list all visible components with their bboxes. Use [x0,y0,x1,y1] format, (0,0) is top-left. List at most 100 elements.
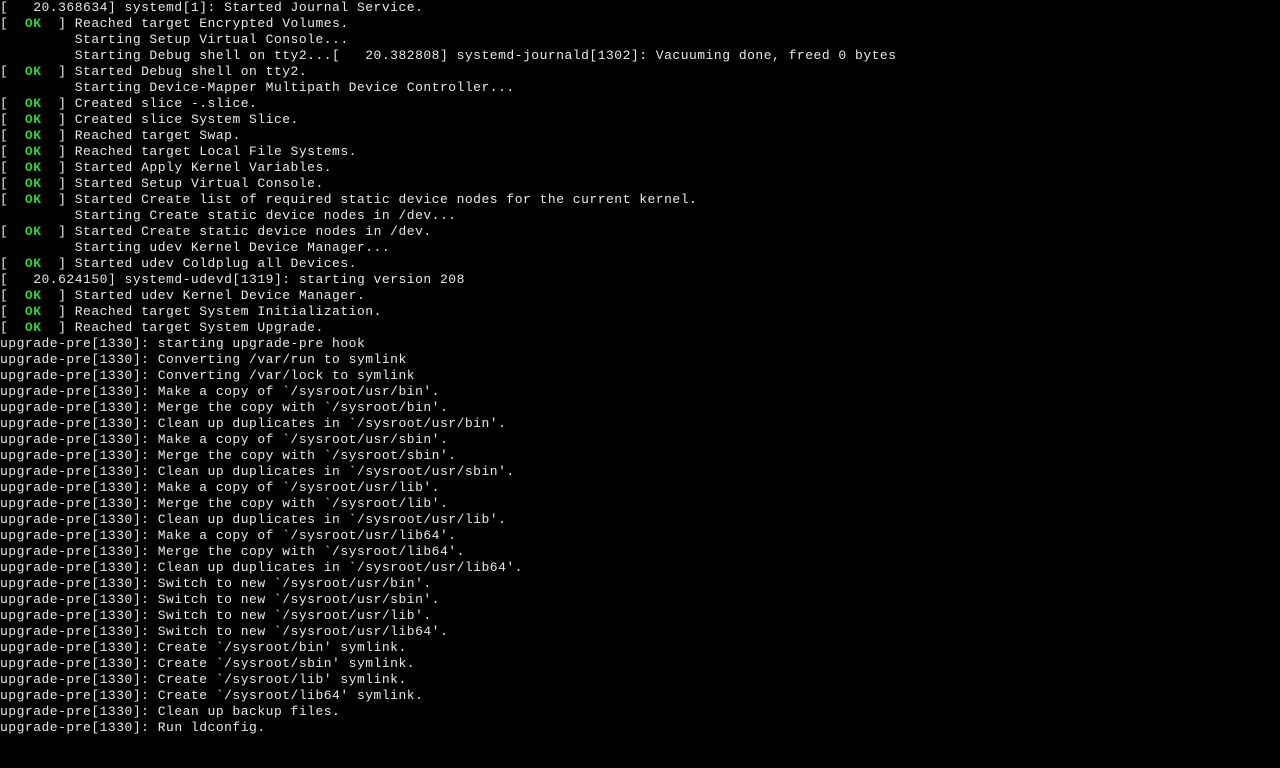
console-line: Starting Debug shell on tty2...[ 20.3828… [0,48,1280,64]
console-text: [ [0,256,25,271]
console-text: [ [0,192,25,207]
console-text: [ [0,96,25,111]
status-ok: OK [25,128,42,143]
console-text: [ [0,176,25,191]
console-text: upgrade-pre[1330]: Switch to new `/sysro… [0,592,440,607]
console-text: upgrade-pre[1330]: Make a copy of `/sysr… [0,480,440,495]
console-text: ] Started Setup Virtual Console. [42,176,324,191]
console-line: [ OK ] Started Setup Virtual Console. [0,176,1280,192]
console-text: Starting Debug shell on tty2...[ 20.3828… [0,48,897,63]
console-text: ] Started Apply Kernel Variables. [42,160,333,175]
console-line: [ 20.368634] systemd[1]: Started Journal… [0,0,1280,16]
console-line: [ OK ] Reached target System Initializat… [0,304,1280,320]
console-text: ] Started udev Coldplug all Devices. [42,256,357,271]
status-ok: OK [25,64,42,79]
console-text: ] Reached target Encrypted Volumes. [42,16,349,31]
console-text: upgrade-pre[1330]: Merge the copy with `… [0,544,465,559]
console-text: ] Started Debug shell on tty2. [42,64,308,79]
console-text: ] Created slice System Slice. [42,112,299,127]
console-text: upgrade-pre[1330]: Clean up duplicates i… [0,416,506,431]
console-line: [ OK ] Started Create static device node… [0,224,1280,240]
console-line: upgrade-pre[1330]: Switch to new `/sysro… [0,592,1280,608]
console-line: Starting Device-Mapper Multipath Device … [0,80,1280,96]
console-line: upgrade-pre[1330]: Converting /var/lock … [0,368,1280,384]
console-line: upgrade-pre[1330]: Run ldconfig. [0,720,1280,736]
console-text: upgrade-pre[1330]: Switch to new `/sysro… [0,576,432,591]
console-text: [ [0,112,25,127]
console-line: [ OK ] Started udev Coldplug all Devices… [0,256,1280,272]
console-text: [ [0,224,25,239]
console-line: [ OK ] Reached target Local File Systems… [0,144,1280,160]
console-line: upgrade-pre[1330]: Clean up duplicates i… [0,464,1280,480]
console-line: upgrade-pre[1330]: Merge the copy with `… [0,448,1280,464]
console-line: [ 20.624150] systemd-udevd[1319]: starti… [0,272,1280,288]
status-ok: OK [25,176,42,191]
console-line: [ OK ] Reached target Swap. [0,128,1280,144]
boot-console: [ 20.368634] systemd[1]: Started Journal… [0,0,1280,736]
console-text: upgrade-pre[1330]: Merge the copy with `… [0,448,457,463]
console-line: upgrade-pre[1330]: Make a copy of `/sysr… [0,432,1280,448]
status-ok: OK [25,288,42,303]
console-text: [ [0,16,25,31]
console-text: upgrade-pre[1330]: Clean up backup files… [0,704,340,719]
console-text: ] Started Create list of required static… [42,192,698,207]
console-text: Starting Create static device nodes in /… [0,208,457,223]
console-line: upgrade-pre[1330]: Switch to new `/sysro… [0,624,1280,640]
console-text: ] Started Create static device nodes in … [42,224,432,239]
console-line: upgrade-pre[1330]: starting upgrade-pre … [0,336,1280,352]
console-text: upgrade-pre[1330]: Create `/sysroot/lib'… [0,672,407,687]
status-ok: OK [25,160,42,175]
console-text: upgrade-pre[1330]: Create `/sysroot/sbin… [0,656,415,671]
console-text: ] Created slice -.slice. [42,96,258,111]
console-line: upgrade-pre[1330]: Converting /var/run t… [0,352,1280,368]
console-text: ] Reached target System Initialization. [42,304,382,319]
console-text: [ [0,288,25,303]
console-line: upgrade-pre[1330]: Switch to new `/sysro… [0,576,1280,592]
console-text: upgrade-pre[1330]: Clean up duplicates i… [0,464,515,479]
console-text: Starting Setup Virtual Console... [0,32,349,47]
status-ok: OK [25,320,42,335]
status-ok: OK [25,16,42,31]
console-text: [ [0,320,25,335]
console-line: upgrade-pre[1330]: Clean up backup files… [0,704,1280,720]
console-text: upgrade-pre[1330]: Make a copy of `/sysr… [0,528,457,543]
console-text: ] Started udev Kernel Device Manager. [42,288,366,303]
console-line: upgrade-pre[1330]: Merge the copy with `… [0,400,1280,416]
console-text: upgrade-pre[1330]: Merge the copy with `… [0,400,448,415]
console-line: [ OK ] Created slice System Slice. [0,112,1280,128]
console-line: Starting Setup Virtual Console... [0,32,1280,48]
status-ok: OK [25,224,42,239]
console-text: [ [0,128,25,143]
status-ok: OK [25,256,42,271]
status-ok: OK [25,304,42,319]
console-line: upgrade-pre[1330]: Merge the copy with `… [0,544,1280,560]
console-line: [ OK ] Started Create list of required s… [0,192,1280,208]
console-line: [ OK ] Created slice -.slice. [0,96,1280,112]
console-line: upgrade-pre[1330]: Create `/sysroot/sbin… [0,656,1280,672]
console-line: [ OK ] Started Apply Kernel Variables. [0,160,1280,176]
console-line: upgrade-pre[1330]: Clean up duplicates i… [0,512,1280,528]
console-line: [ OK ] Reached target System Upgrade. [0,320,1280,336]
console-line: upgrade-pre[1330]: Make a copy of `/sysr… [0,384,1280,400]
console-text: upgrade-pre[1330]: Merge the copy with `… [0,496,448,511]
console-line: upgrade-pre[1330]: Create `/sysroot/lib'… [0,672,1280,688]
console-text: [ [0,304,25,319]
console-text: Starting Device-Mapper Multipath Device … [0,80,515,95]
console-text: [ 20.624150] systemd-udevd[1319]: starti… [0,272,465,287]
console-line: upgrade-pre[1330]: Make a copy of `/sysr… [0,480,1280,496]
console-text: upgrade-pre[1330]: Run ldconfig. [0,720,266,735]
console-line: [ OK ] Started Debug shell on tty2. [0,64,1280,80]
console-text: upgrade-pre[1330]: Create `/sysroot/lib6… [0,688,423,703]
console-text: upgrade-pre[1330]: Clean up duplicates i… [0,512,506,527]
console-line: upgrade-pre[1330]: Make a copy of `/sysr… [0,528,1280,544]
console-text: upgrade-pre[1330]: Create `/sysroot/bin'… [0,640,407,655]
console-text: upgrade-pre[1330]: starting upgrade-pre … [0,336,365,351]
console-text: upgrade-pre[1330]: Clean up duplicates i… [0,560,523,575]
console-line: upgrade-pre[1330]: Clean up duplicates i… [0,416,1280,432]
console-line: [ OK ] Reached target Encrypted Volumes. [0,16,1280,32]
console-text: Starting udev Kernel Device Manager... [0,240,390,255]
console-text: upgrade-pre[1330]: Switch to new `/sysro… [0,624,448,639]
console-text: [ 20.368634] systemd[1]: Started Journal… [0,0,423,15]
console-text: upgrade-pre[1330]: Make a copy of `/sysr… [0,432,448,447]
console-text: upgrade-pre[1330]: Switch to new `/sysro… [0,608,432,623]
